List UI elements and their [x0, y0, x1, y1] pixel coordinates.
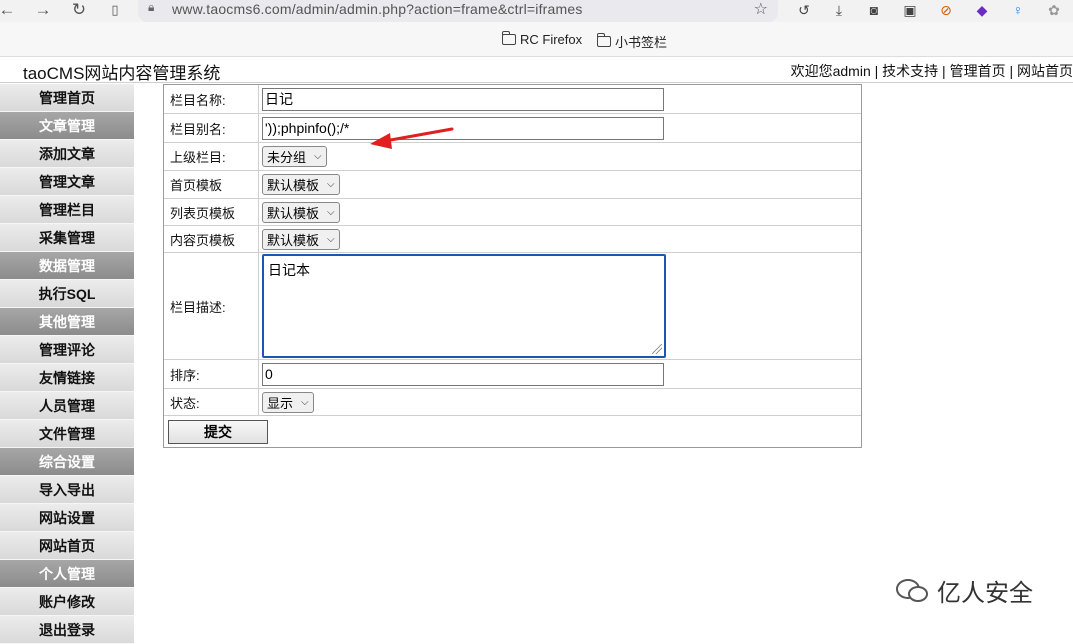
sidebar-category[interactable]: 其他管理 [0, 308, 134, 336]
download-icon[interactable]: ⤓ [829, 0, 849, 20]
status-label: 状态: [170, 395, 200, 411]
sidebar-toggle-icon[interactable]: ▯ [104, 0, 126, 20]
sidebar: 管理首页 文章管理 添加文章 管理文章 管理栏目 采集管理 数据管理 执行SQL 其他管理 管理评… [0, 84, 134, 644]
content-template-label: 内容页模板 [170, 232, 236, 248]
form-row-submit: 提交 [164, 416, 861, 447]
bookmark-star-icon[interactable]: ☆ [754, 0, 768, 19]
parent-label: 上级栏目: [170, 150, 226, 165]
content-template-select[interactable]: 默认模板 ⌵ [262, 228, 340, 250]
description-text: 日记本 [268, 262, 310, 278]
form-row-description: 栏目描述: 日记本 [164, 253, 861, 360]
list-template-label: 列表页模板 [170, 205, 236, 221]
form-row-status: 状态: 显示 ⌵ [164, 389, 861, 416]
form-row-alias: 栏目别名: [164, 114, 861, 143]
chevron-down-icon: ⌵ [327, 233, 335, 245]
category-edit-form: 栏目名称: 栏目别名: 上级栏目: 未分组 ⌵ 首页模板 默认模板 ⌵ 列表页模板 … [163, 84, 862, 448]
parent-select-value: 未分组 [267, 150, 307, 165]
form-row-name: 栏目名称: [164, 85, 861, 114]
top-links[interactable]: 欢迎您admin | 技术支持 | 管理首页 | 网站首页 [791, 61, 1073, 81]
chevron-down-icon: ⌵ [301, 396, 309, 408]
home-template-label: 首页模板 [170, 178, 223, 193]
sidebar-category[interactable]: 文章管理 [0, 112, 134, 140]
sidebar-item[interactable]: 网站首页 [0, 532, 134, 560]
alias-label: 栏目别名: [170, 121, 226, 137]
resize-handle-icon[interactable] [652, 344, 662, 354]
sidebar-item[interactable]: 友情链接 [0, 364, 134, 392]
watermark-text: 亿人安全 [937, 580, 1033, 607]
location-extension-icon[interactable]: ♀ [1008, 0, 1028, 20]
sidebar-item[interactable]: 账户修改 [0, 588, 134, 616]
submit-button[interactable]: 提交 [168, 419, 268, 444]
extension-more-icon[interactable]: ✿ [1044, 0, 1064, 20]
sidebar-item[interactable]: 采集管理 [0, 224, 134, 252]
puzzle-extension-icon[interactable]: ◆ [972, 0, 992, 20]
list-template-value: 默认模板 [267, 205, 320, 221]
lock-icon[interactable]: 🔒︎ [148, 0, 154, 15]
chevron-down-icon: ⌵ [327, 179, 335, 190]
app-header: taoCMS网站内容管理系统 欢迎您admin | 技术支持 | 管理首页 | … [0, 57, 1073, 83]
screenshot-icon[interactable]: ◙ [864, 0, 884, 20]
sidebar-item[interactable]: 管理评论 [0, 336, 134, 364]
sidebar-item[interactable]: 人员管理 [0, 392, 134, 420]
description-textarea[interactable]: 日记本 [262, 254, 666, 358]
description-label: 栏目描述: [170, 299, 226, 315]
sidebar-item[interactable]: 添加文章 [0, 140, 134, 168]
content-template-value: 默认模板 [267, 232, 320, 248]
home-template-value: 默认模板 [267, 178, 320, 193]
form-row-home-template: 首页模板 默认模板 ⌵ [164, 171, 861, 199]
sidebar-item[interactable]: 管理栏目 [0, 196, 134, 224]
home-template-select[interactable]: 默认模板 ⌵ [262, 174, 340, 195]
extension-icon[interactable]: ▣ [900, 0, 920, 20]
bookmark-rc-firefox[interactable]: RC Firefox [501, 31, 583, 47]
sidebar-category[interactable]: 综合设置 [0, 448, 134, 476]
watermark: 亿人安全 [895, 573, 1033, 608]
list-template-select[interactable]: 默认模板 ⌵ [262, 201, 340, 223]
name-label: 栏目名称: [170, 92, 226, 108]
order-input[interactable] [262, 362, 664, 386]
status-select[interactable]: 显示 ⌵ [262, 391, 314, 413]
sidebar-category[interactable]: 数据管理 [0, 252, 134, 280]
sidebar-item[interactable]: 执行SQL [0, 280, 134, 308]
folder-icon [501, 31, 516, 45]
wechat-icon [896, 578, 928, 602]
history-icon[interactable]: ↺ [794, 0, 814, 20]
sidebar-item[interactable]: 文件管理 [0, 420, 134, 448]
bookmark-label: 小书签栏 [615, 35, 668, 50]
sidebar-item[interactable]: 导入导出 [0, 476, 134, 504]
forward-icon[interactable]: → [32, 0, 54, 20]
sidebar-category[interactable]: 个人管理 [0, 560, 134, 588]
block-extension-icon[interactable]: ⊘ [936, 0, 956, 20]
sidebar-item[interactable]: 管理文章 [0, 168, 134, 196]
chevron-down-icon: ⌵ [314, 151, 322, 162]
app-title: taoCMS网站内容管理系统 [23, 64, 221, 83]
reload-icon[interactable]: ↻ [68, 0, 90, 20]
parent-select[interactable]: 未分组 ⌵ [262, 146, 327, 167]
bookmark-label: RC Firefox [520, 32, 583, 47]
url-text: www.taocms6.com/admin/admin.php?action=f… [172, 1, 583, 17]
bookmarks-bar: RC Firefox 小书签栏 [0, 22, 1073, 57]
name-input[interactable] [262, 87, 664, 111]
order-label: 排序: [170, 367, 200, 383]
form-row-parent: 上级栏目: 未分组 ⌵ [164, 143, 861, 171]
bookmark-small-bookmarks[interactable]: 小书签栏 [596, 32, 668, 51]
alias-input[interactable] [262, 116, 664, 140]
form-row-order: 排序: [164, 360, 861, 389]
browser-toolbar: ← → ↻ ▯ 🔒︎ www.taocms6.com/admin/admin.p… [0, 0, 1073, 22]
back-icon[interactable]: ← [0, 0, 18, 20]
form-row-list-template: 列表页模板 默认模板 ⌵ [164, 199, 861, 226]
folder-icon [596, 33, 611, 47]
sidebar-item[interactable]: 退出登录 [0, 616, 134, 644]
status-select-value: 显示 [267, 395, 294, 411]
form-row-content-template: 内容页模板 默认模板 ⌵ [164, 226, 861, 253]
sidebar-item[interactable]: 网站设置 [0, 504, 134, 532]
chevron-down-icon: ⌵ [327, 206, 335, 218]
url-bar[interactable]: 🔒︎ www.taocms6.com/admin/admin.php?actio… [138, 0, 778, 22]
sidebar-item[interactable]: 管理首页 [0, 84, 134, 112]
